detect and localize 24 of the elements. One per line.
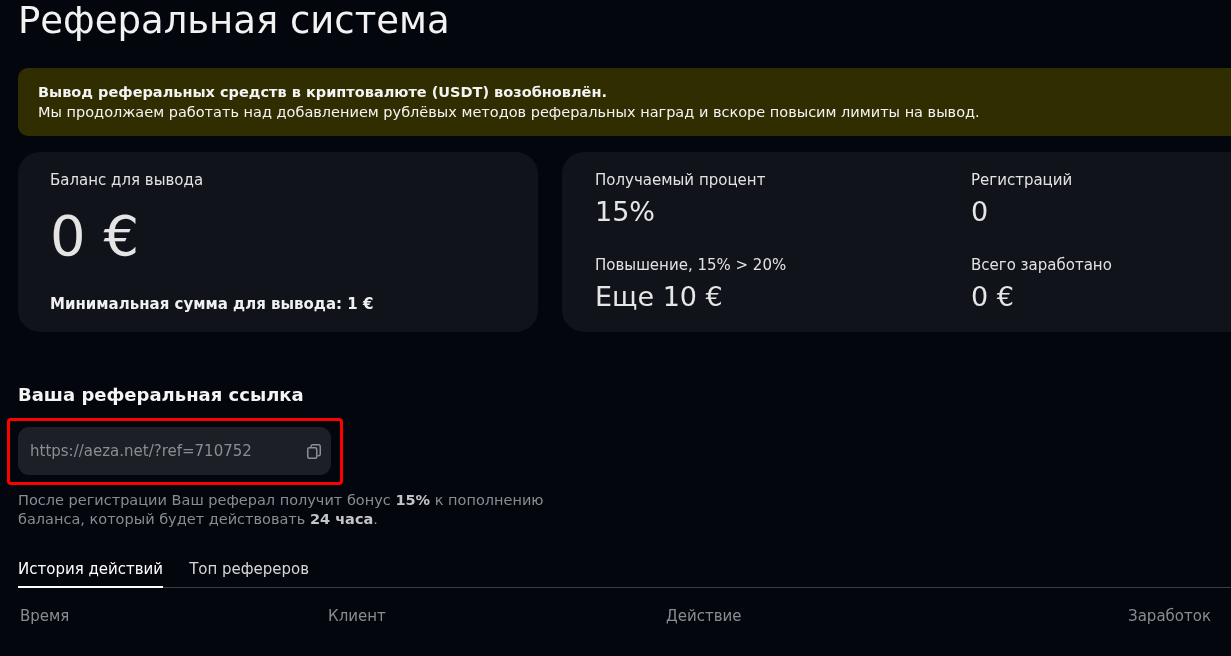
- tab[interactable]: История действий: [18, 555, 164, 588]
- page-title: Реферальная система: [18, 0, 451, 44]
- stat-label: Регистраций: [971, 170, 1073, 190]
- stat-value: 15%: [595, 195, 655, 229]
- notice-heading: Вывод реферальных средств в криптовалюте (USDT) возобновлён.: [38, 83, 607, 102]
- stat-label: Всего заработано: [971, 255, 1112, 275]
- tab[interactable]: Топ рефереров: [189, 555, 310, 588]
- stat-value: 0 €: [971, 280, 1014, 314]
- notice-text: Мы продолжаем работать над добавлением рублёвых методов реферальных наград и вскоре повысим лимиты на вывод.: [38, 103, 980, 122]
- stat-label: Получаемый процент: [595, 170, 766, 190]
- copy-icon[interactable]: [307, 443, 321, 459]
- minimum-withdrawal-note: Минимальная сумма для вывода: 1 €: [50, 294, 374, 314]
- column-header: Действие: [666, 606, 742, 626]
- stat-value: Еще 10 €: [595, 280, 723, 314]
- balance-label: Баланс для вывода: [50, 170, 204, 190]
- column-header: Время: [20, 606, 70, 626]
- column-header: Заработок: [1128, 606, 1211, 626]
- referral-link-heading: Ваша реферальная ссылка: [18, 383, 304, 407]
- stat-value: 0: [971, 195, 989, 229]
- bonus-note: После регистрации Ваш реферал получит бонус 15% к пополнению баланса, который будет действовать 24 часа.: [18, 491, 545, 529]
- stat-label: Повышение, 15% > 20%: [595, 255, 787, 275]
- column-header: Клиент: [328, 606, 386, 626]
- balance-value: 0 €: [50, 204, 140, 268]
- referral-link-field[interactable]: https://aeza.net/?ref=710752: [18, 427, 331, 475]
